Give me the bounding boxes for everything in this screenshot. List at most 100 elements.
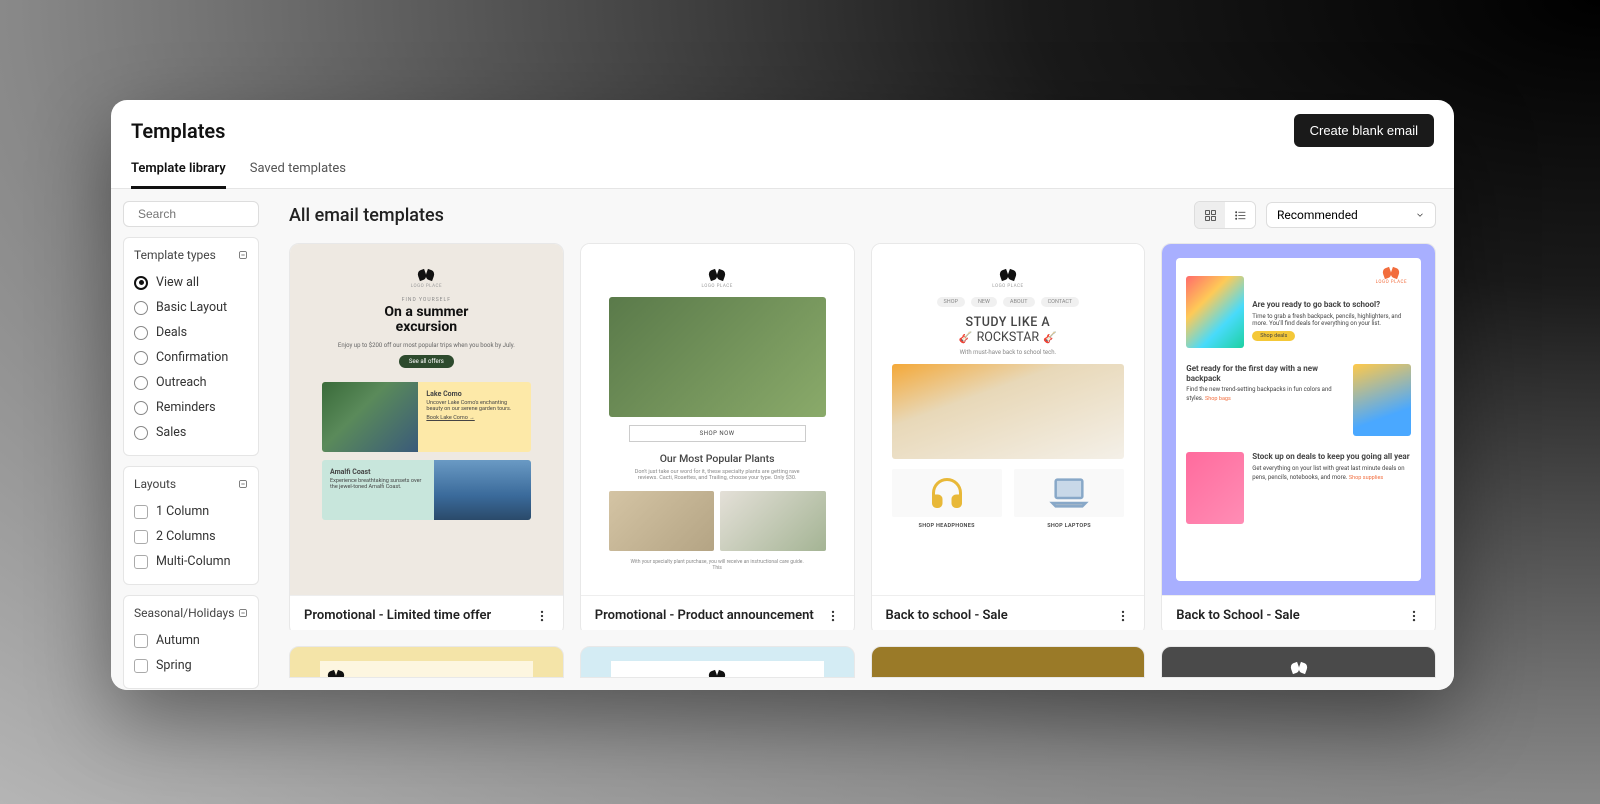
view-toggle bbox=[1194, 201, 1256, 229]
collapse-icon bbox=[238, 479, 248, 489]
filter-layouts-header[interactable]: Layouts bbox=[134, 477, 248, 491]
view-grid-button[interactable] bbox=[1195, 202, 1225, 228]
filter-layout-1col[interactable]: 1 Column bbox=[134, 499, 248, 524]
template-grid: LOGO PLACE FIND YOURSELF On a summerexcu… bbox=[289, 243, 1436, 630]
preview-image bbox=[322, 382, 418, 452]
card-footer: Back to school - Sale bbox=[872, 595, 1145, 630]
template-card[interactable]: LOGO PLACE SHOP NOW Our Most Popular Pla… bbox=[580, 243, 855, 630]
logo-icon bbox=[1000, 266, 1016, 282]
checkbox-icon bbox=[134, 634, 148, 648]
filter-type-sales[interactable]: Sales bbox=[134, 420, 248, 445]
filter-layout-multi[interactable]: Multi-Column bbox=[134, 549, 248, 574]
view-list-button[interactable] bbox=[1225, 202, 1255, 228]
main: All email templates Recommended bbox=[271, 189, 1454, 690]
preview-image bbox=[1014, 469, 1124, 517]
logo-icon bbox=[709, 667, 725, 678]
filter-types-header[interactable]: Template types bbox=[134, 248, 248, 262]
template-preview: LOGO PLACE SHOP NOW Our Most Popular Pla… bbox=[581, 244, 854, 595]
preview-image bbox=[1186, 452, 1244, 524]
main-header: All email templates Recommended bbox=[289, 201, 1436, 229]
checkbox-icon bbox=[134, 659, 148, 673]
tabs: Template library Saved templates bbox=[111, 147, 1454, 189]
sort-select[interactable]: Recommended bbox=[1266, 202, 1436, 228]
preview-image bbox=[609, 297, 826, 417]
guitar-icon: 🎸 bbox=[959, 331, 973, 344]
filter-type-reminders[interactable]: Reminders bbox=[134, 395, 248, 420]
more-icon[interactable] bbox=[1407, 609, 1421, 623]
tab-template-library[interactable]: Template library bbox=[131, 161, 226, 189]
logo-icon bbox=[418, 266, 434, 282]
template-card[interactable] bbox=[289, 646, 564, 678]
template-preview: LOGO PLACE Are you ready to go back to s… bbox=[1162, 244, 1435, 595]
radio-icon bbox=[134, 276, 148, 290]
template-grid-row2 bbox=[289, 646, 1436, 678]
preview-image bbox=[434, 460, 530, 520]
sort-selected: Recommended bbox=[1277, 208, 1358, 222]
card-footer: Promotional - Limited time offer bbox=[290, 595, 563, 630]
radio-icon bbox=[134, 326, 148, 340]
more-icon[interactable] bbox=[535, 609, 549, 623]
collapse-icon bbox=[238, 608, 248, 618]
preview-image bbox=[609, 491, 714, 551]
preview-image bbox=[892, 469, 1002, 517]
template-preview: LOGO PLACE SHOP NEW ABOUT CONTACT STUDY … bbox=[872, 244, 1145, 595]
create-blank-email-button[interactable]: Create blank email bbox=[1294, 114, 1434, 147]
template-card[interactable] bbox=[871, 646, 1146, 678]
header: Templates Create blank email bbox=[111, 100, 1454, 147]
logo-icon bbox=[1291, 659, 1307, 675]
search-input-wrapper[interactable] bbox=[123, 201, 259, 227]
main-controls: Recommended bbox=[1194, 201, 1436, 229]
filter-seasonal-header[interactable]: Seasonal/Holidays bbox=[134, 606, 248, 620]
template-card[interactable] bbox=[1161, 646, 1436, 678]
checkbox-icon bbox=[134, 555, 148, 569]
chevron-down-icon bbox=[1415, 210, 1425, 220]
template-card[interactable]: LOGO PLACE FIND YOURSELF On a summerexcu… bbox=[289, 243, 564, 630]
template-card[interactable]: LOGO PLACE SHOP NEW ABOUT CONTACT STUDY … bbox=[871, 243, 1146, 630]
template-card[interactable]: LOGO PLACE Are you ready to go back to s… bbox=[1161, 243, 1436, 630]
body: Template types View all Basic Layout Dea… bbox=[111, 189, 1454, 690]
filter-type-outreach[interactable]: Outreach bbox=[134, 370, 248, 395]
logo-icon bbox=[328, 667, 344, 678]
preview-image bbox=[1186, 276, 1244, 348]
checkbox-icon bbox=[134, 505, 148, 519]
grid-icon bbox=[1204, 209, 1217, 222]
filter-type-confirmation[interactable]: Confirmation bbox=[134, 345, 248, 370]
more-icon[interactable] bbox=[826, 609, 840, 623]
filter-type-deals[interactable]: Deals bbox=[134, 320, 248, 345]
radio-icon bbox=[134, 376, 148, 390]
tab-saved-templates[interactable]: Saved templates bbox=[250, 161, 346, 188]
guitar-icon: 🎸 bbox=[1043, 331, 1057, 344]
preview-image bbox=[892, 364, 1125, 459]
filter-layouts-title: Layouts bbox=[134, 477, 176, 491]
filter-season-autumn[interactable]: Autumn bbox=[134, 628, 248, 653]
page-title: Templates bbox=[131, 119, 225, 143]
filter-type-basic-layout[interactable]: Basic Layout bbox=[134, 295, 248, 320]
collapse-icon bbox=[238, 250, 248, 260]
radio-icon bbox=[134, 301, 148, 315]
filter-season-spring[interactable]: Spring bbox=[134, 653, 248, 678]
filter-group-layouts: Layouts 1 Column 2 Columns Multi-Column bbox=[123, 466, 259, 585]
template-card[interactable] bbox=[580, 646, 855, 678]
filter-types-title: Template types bbox=[134, 248, 216, 262]
card-title: Back to School - Sale bbox=[1176, 608, 1299, 623]
radio-icon bbox=[134, 426, 148, 440]
app-window: Templates Create blank email Template li… bbox=[111, 100, 1454, 690]
more-icon[interactable] bbox=[1116, 609, 1130, 623]
filter-group-seasonal: Seasonal/Holidays Autumn Spring bbox=[123, 595, 259, 689]
filter-type-view-all[interactable]: View all bbox=[134, 270, 248, 295]
logo-icon bbox=[1383, 264, 1399, 280]
card-footer: Promotional - Product announcement bbox=[581, 595, 854, 630]
logo-icon bbox=[709, 266, 725, 282]
list-icon bbox=[1234, 209, 1247, 222]
sidebar: Template types View all Basic Layout Dea… bbox=[111, 189, 271, 690]
filter-group-types: Template types View all Basic Layout Dea… bbox=[123, 237, 259, 456]
filter-layout-2col[interactable]: 2 Columns bbox=[134, 524, 248, 549]
template-preview: LOGO PLACE FIND YOURSELF On a summerexcu… bbox=[290, 244, 563, 595]
card-title: Promotional - Product announcement bbox=[595, 608, 814, 623]
card-title: Promotional - Limited time offer bbox=[304, 608, 491, 623]
search-input[interactable] bbox=[138, 207, 271, 221]
content-title: All email templates bbox=[289, 205, 444, 226]
radio-icon bbox=[134, 351, 148, 365]
radio-icon bbox=[134, 401, 148, 415]
filter-seasonal-title: Seasonal/Holidays bbox=[134, 606, 234, 620]
